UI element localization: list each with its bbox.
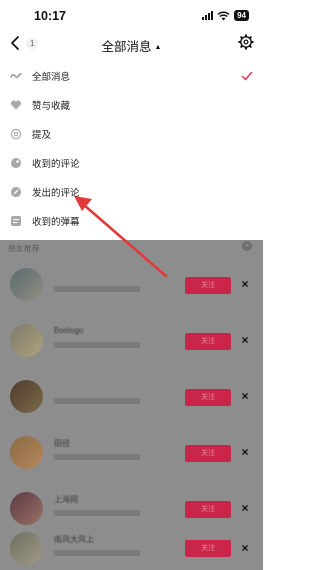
dismiss-icon[interactable]: × xyxy=(239,446,251,458)
follow-button[interactable]: 关注 xyxy=(185,333,231,350)
menu-item-label: 收到的评论 xyxy=(32,158,80,170)
check-icon xyxy=(241,71,253,80)
dismiss-icon[interactable]: × xyxy=(239,390,251,402)
gear-icon[interactable] xyxy=(238,34,254,50)
recommend-subtitle xyxy=(54,454,140,460)
signal-icon xyxy=(202,11,214,20)
header-title: 全部消息 xyxy=(101,40,152,54)
menu-item-label: 全部消息 xyxy=(32,71,71,83)
caret-up-icon: ▲ xyxy=(154,44,162,51)
menu-item-sent-comments[interactable]: 发出的评论 xyxy=(0,177,263,206)
menu-item-label: 收到的弹幕 xyxy=(32,216,80,228)
heart-icon xyxy=(10,100,22,109)
avatar xyxy=(10,436,43,469)
wifi-icon xyxy=(217,10,230,20)
menu-item-mentions[interactable]: 提及 xyxy=(0,119,263,148)
menu-item-received-comments[interactable]: 收到的评论 xyxy=(0,148,263,177)
close-recommend-icon[interactable]: × xyxy=(242,241,252,251)
dismiss-icon[interactable]: × xyxy=(239,278,251,290)
recommend-name: 田径 xyxy=(54,439,70,448)
recommend-row[interactable]: Boologo 关注 × xyxy=(0,316,263,372)
recommend-row[interactable]: 关注 × xyxy=(0,372,263,428)
follow-button[interactable]: 关注 xyxy=(185,277,231,294)
avatar xyxy=(10,532,43,565)
menu-item-likes[interactable]: 赞与收藏 xyxy=(0,90,263,119)
menu-item-label: 提及 xyxy=(32,129,52,141)
comment-in-icon xyxy=(11,157,21,168)
recommend-name: Boologo xyxy=(54,326,84,335)
recommend-row[interactable]: 关注 × xyxy=(0,260,263,316)
recommend-subtitle xyxy=(54,510,140,516)
avatar xyxy=(10,268,43,301)
status-bar: 10:17 94 xyxy=(0,0,263,30)
recommend-subtitle xyxy=(54,342,140,348)
at-icon xyxy=(10,128,22,139)
dismiss-icon[interactable]: × xyxy=(239,542,251,554)
message-filter-menu: 全部消息 赞与收藏 提及 收到的评论 发出的评论 收到的弹幕 xyxy=(0,57,263,240)
recommend-row[interactable]: 田径 关注 × xyxy=(0,428,263,484)
menu-item-label: 赞与收藏 xyxy=(32,100,71,112)
comment-out-icon xyxy=(11,186,21,197)
wave-icon xyxy=(10,72,22,78)
follow-button[interactable]: 关注 xyxy=(185,501,231,518)
recommend-subtitle xyxy=(54,286,140,292)
follow-button[interactable]: 关注 xyxy=(185,445,231,462)
menu-item-label: 发出的评论 xyxy=(32,187,80,199)
follow-button[interactable]: 关注 xyxy=(185,540,231,557)
recommend-subtitle xyxy=(54,550,140,556)
dismiss-icon[interactable]: × xyxy=(239,334,251,346)
message-filter-dropdown[interactable]: 全部消息 ▲ xyxy=(0,36,263,55)
avatar xyxy=(10,324,43,357)
recommend-name: 上海网 xyxy=(54,495,78,504)
avatar xyxy=(10,380,43,413)
menu-item-all-messages[interactable]: 全部消息 xyxy=(0,61,263,90)
battery-icon: 94 xyxy=(234,10,249,21)
recommend-row[interactable]: 南风大风上 关注 × xyxy=(0,520,263,570)
danmaku-icon xyxy=(11,215,21,226)
status-time: 10:17 xyxy=(34,9,66,23)
recommend-subtitle xyxy=(54,398,140,404)
header: 1 全部消息 ▲ xyxy=(0,30,263,57)
menu-item-received-danmaku[interactable]: 收到的弹幕 xyxy=(0,206,263,235)
follow-button[interactable]: 关注 xyxy=(185,389,231,406)
recommend-name: 南风大风上 xyxy=(54,535,94,544)
status-icons: 94 xyxy=(202,10,249,21)
recommend-header: 朋友推荐 xyxy=(8,244,40,253)
dismiss-icon[interactable]: × xyxy=(239,502,251,514)
